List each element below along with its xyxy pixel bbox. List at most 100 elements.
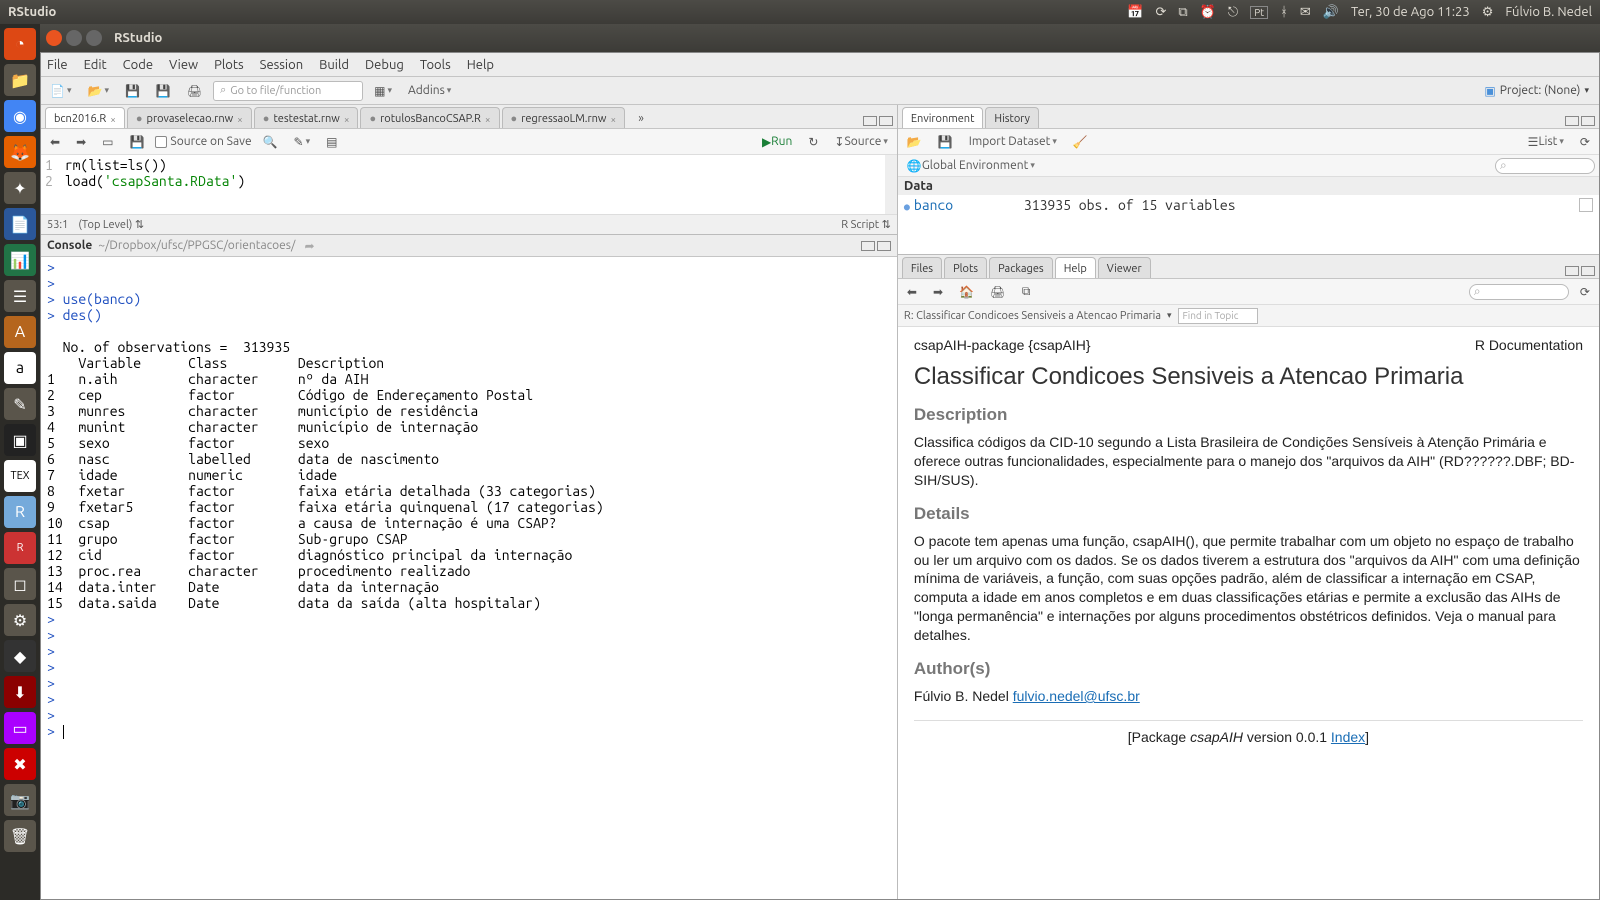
addins-button[interactable]: Addins bbox=[403, 81, 456, 101]
tab-history[interactable]: History bbox=[985, 107, 1039, 128]
trash-icon[interactable]: 🗑 bbox=[4, 820, 36, 852]
terminal-icon[interactable]: ▣ bbox=[4, 424, 36, 456]
help-search[interactable]: ⌕ bbox=[1469, 284, 1569, 300]
save-workspace-icon[interactable]: 💾 bbox=[933, 132, 958, 152]
pane-minimize-icon[interactable] bbox=[1565, 266, 1579, 276]
settings-icon[interactable]: ⚙ bbox=[4, 604, 36, 636]
app-icon-6[interactable]: ◆ bbox=[4, 640, 36, 672]
app-icon-10[interactable]: 📷 bbox=[4, 784, 36, 816]
tab-viewer[interactable]: Viewer bbox=[1098, 257, 1151, 278]
calc-icon[interactable]: 📊 bbox=[4, 244, 36, 276]
pane-minimize-icon[interactable] bbox=[861, 241, 875, 251]
source-tab[interactable]: ●testestat.rnw× bbox=[254, 107, 359, 128]
open-file-button[interactable]: 📂 bbox=[82, 81, 113, 101]
r-icon[interactable]: R bbox=[4, 532, 36, 564]
save-button[interactable]: 💾 bbox=[120, 81, 145, 101]
menu-file[interactable]: File bbox=[47, 58, 68, 72]
find-in-topic-input[interactable]: Find in Topic bbox=[1178, 308, 1258, 324]
console-output[interactable]: >>> use(banco)> des() No. of observation… bbox=[41, 257, 897, 899]
project-selector[interactable]: ▣ Project: (None) ▾ bbox=[1484, 84, 1595, 98]
print-button[interactable]: 🖨 bbox=[182, 81, 207, 101]
help-breadcrumb[interactable]: R: Classificar Condicoes Sensiveis a Ate… bbox=[904, 310, 1161, 322]
index-link[interactable]: Index bbox=[1331, 729, 1365, 745]
grid-button[interactable]: ▦ bbox=[369, 81, 397, 101]
menu-code[interactable]: Code bbox=[123, 58, 153, 72]
source-tab[interactable]: ●rotulosBancoCSAP.R× bbox=[360, 107, 499, 128]
files-icon[interactable]: 📁 bbox=[4, 64, 36, 96]
show-in-new-window-icon[interactable]: ▭ bbox=[97, 132, 118, 152]
chrome-icon[interactable]: ◉ bbox=[4, 100, 36, 132]
source-tab[interactable]: ●provaselecao.rnw× bbox=[127, 107, 252, 128]
app-icon-2[interactable]: ☰ bbox=[4, 280, 36, 312]
environment-search[interactable]: ⌕ bbox=[1495, 158, 1595, 174]
menu-view[interactable]: View bbox=[169, 58, 198, 72]
app-icon-8[interactable]: ▭ bbox=[4, 712, 36, 744]
firefox-icon[interactable]: 🦊 bbox=[4, 136, 36, 168]
menu-session[interactable]: Session bbox=[260, 58, 303, 72]
writer-icon[interactable]: 📄 bbox=[4, 208, 36, 240]
close-icon[interactable]: × bbox=[485, 114, 491, 125]
find-icon[interactable]: 🔍 bbox=[258, 132, 283, 152]
source-editor[interactable]: 12 rm(list=ls())load('csapSanta.RData') bbox=[41, 155, 897, 214]
source-tab[interactable]: ●regressaoLM.rnw× bbox=[502, 107, 626, 128]
environment-scope[interactable]: 🌐 Global Environment bbox=[902, 156, 1040, 176]
print-icon[interactable]: 🖨 bbox=[985, 282, 1010, 302]
window-titlebar[interactable]: RStudio bbox=[40, 24, 1600, 52]
mail-icon[interactable]: ✉ bbox=[1300, 5, 1311, 20]
bluetooth-icon[interactable]: ᚼ bbox=[1280, 5, 1288, 19]
home-icon[interactable]: 🏠 bbox=[954, 282, 979, 302]
tab-overflow-button[interactable]: » bbox=[631, 108, 651, 128]
refresh-icon[interactable]: ⟳ bbox=[1575, 282, 1595, 302]
menu-plots[interactable]: Plots bbox=[214, 58, 244, 72]
menu-tools[interactable]: Tools bbox=[420, 58, 451, 72]
pane-maximize-icon[interactable] bbox=[1581, 116, 1595, 126]
tab-environment[interactable]: Environment bbox=[902, 107, 984, 128]
pane-maximize-icon[interactable] bbox=[1581, 266, 1595, 276]
calendar-icon[interactable]: 📅 bbox=[1127, 5, 1143, 20]
close-icon[interactable]: × bbox=[237, 114, 243, 125]
pane-maximize-icon[interactable] bbox=[879, 116, 893, 126]
app-icon-7[interactable]: ⬇ bbox=[4, 676, 36, 708]
source-on-save-checkbox[interactable] bbox=[155, 136, 167, 148]
save-icon[interactable]: 💾 bbox=[124, 132, 149, 152]
help-content[interactable]: csapAIH-package {csapAIH} R Documentatio… bbox=[898, 327, 1599, 899]
tab-packages[interactable]: Packages bbox=[989, 257, 1053, 278]
menu-edit[interactable]: Edit bbox=[84, 58, 107, 72]
source-tab[interactable]: bcn2016.R× bbox=[45, 107, 125, 128]
source-button[interactable]: ↧ Source bbox=[829, 132, 892, 152]
popup-icon[interactable]: ⧉ bbox=[1016, 282, 1036, 302]
close-icon[interactable]: × bbox=[610, 114, 616, 125]
load-workspace-icon[interactable]: 📂 bbox=[902, 132, 927, 152]
app-icon-1[interactable]: ✦ bbox=[4, 172, 36, 204]
goto-dir-icon[interactable]: ➦ bbox=[299, 236, 319, 256]
env-row[interactable]: banco 313935 obs. of 15 variables bbox=[898, 195, 1599, 215]
app-icon-3[interactable]: A bbox=[4, 316, 36, 348]
alarm-icon[interactable]: ⏰ bbox=[1200, 5, 1216, 20]
dash-icon[interactable]: ◔ bbox=[4, 28, 36, 60]
scrollbar[interactable] bbox=[885, 155, 897, 214]
pane-maximize-icon[interactable] bbox=[877, 241, 891, 251]
language-mode[interactable]: R Script ⇅ bbox=[841, 218, 891, 231]
tab-help[interactable]: Help bbox=[1055, 257, 1096, 278]
view-mode-button[interactable]: ☰ List bbox=[1523, 132, 1569, 152]
menu-debug[interactable]: Debug bbox=[365, 58, 404, 72]
import-dataset-button[interactable]: Import Dataset bbox=[964, 132, 1062, 152]
dropbox-icon[interactable]: ⧉ bbox=[1178, 5, 1187, 20]
wand-icon[interactable]: ✎ bbox=[289, 132, 316, 152]
scope-selector[interactable]: (Top Level) ⇅ bbox=[78, 218, 144, 231]
app-icon-9[interactable]: ✖ bbox=[4, 748, 36, 780]
goto-file-input[interactable]: ⌕Go to file/function bbox=[213, 81, 363, 101]
app-icon-4[interactable]: ✎ bbox=[4, 388, 36, 420]
forward-icon[interactable]: ➡ bbox=[71, 132, 91, 152]
refresh-icon[interactable]: ⟳ bbox=[1575, 132, 1595, 152]
pane-minimize-icon[interactable] bbox=[1565, 116, 1579, 126]
view-data-icon[interactable] bbox=[1579, 198, 1593, 212]
author-email-link[interactable]: fulvio.nedel@ufsc.br bbox=[1013, 688, 1140, 704]
close-icon[interactable]: × bbox=[110, 114, 116, 125]
pane-minimize-icon[interactable] bbox=[863, 116, 877, 126]
tex-icon[interactable]: TEX bbox=[4, 460, 36, 492]
gear-icon[interactable]: ⚙ bbox=[1482, 5, 1494, 20]
amazon-icon[interactable]: a bbox=[4, 352, 36, 384]
new-file-button[interactable]: 📄 bbox=[45, 81, 76, 101]
wifi-icon[interactable]: ⎋ bbox=[1228, 5, 1238, 20]
